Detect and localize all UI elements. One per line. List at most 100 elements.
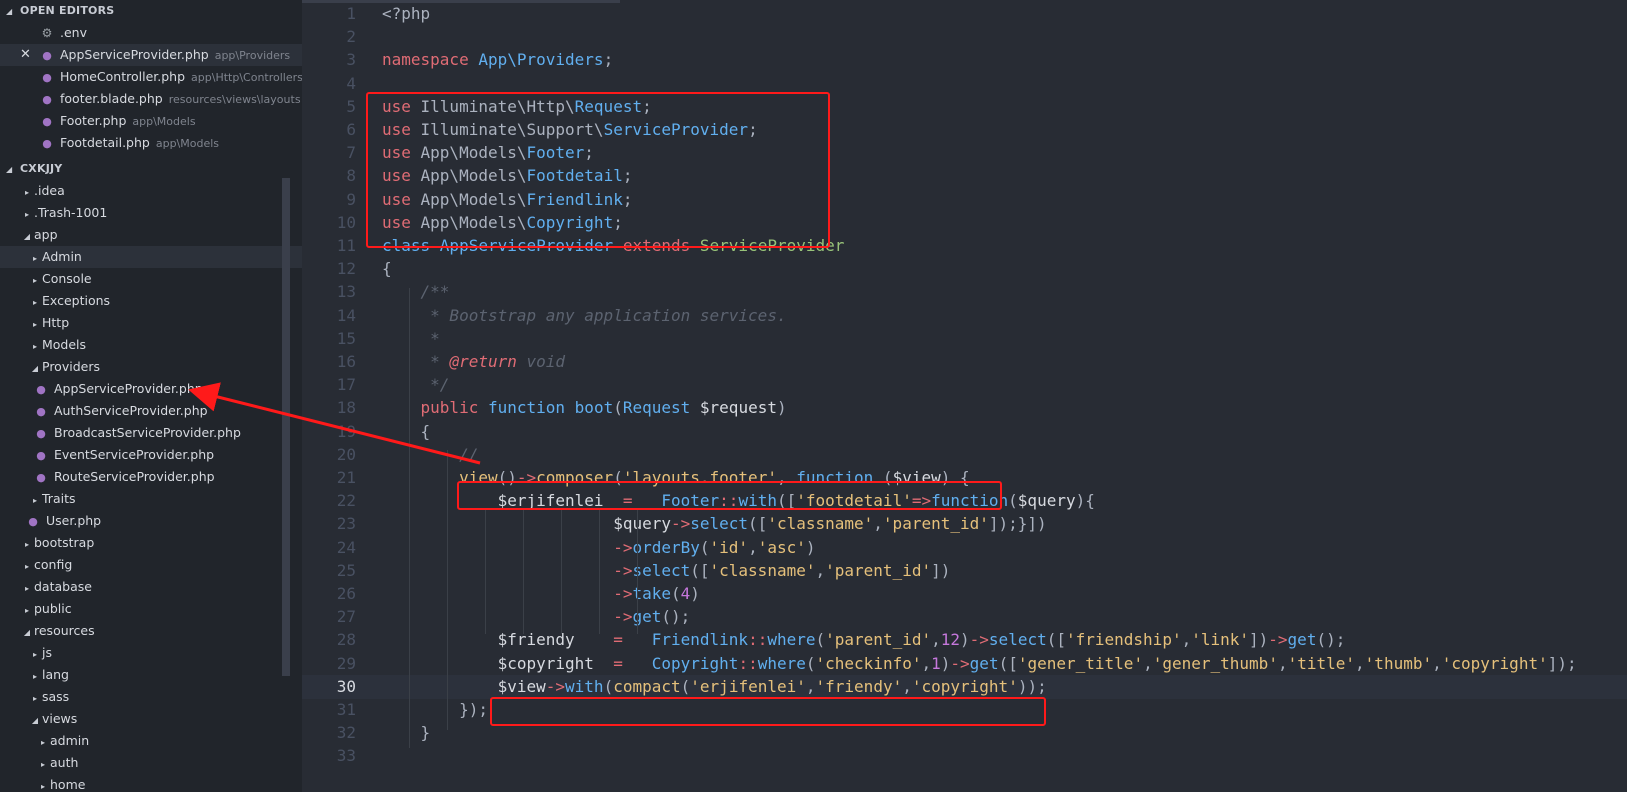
code-line[interactable]: 13 /**	[302, 280, 1627, 304]
code-token: $query	[1017, 491, 1076, 511]
code-line[interactable]: 15 *	[302, 327, 1627, 351]
code-token: ();	[1316, 630, 1346, 650]
code-token: 12	[940, 630, 961, 650]
code-line[interactable]: 33	[302, 744, 1627, 768]
chevron-down-icon: ◢	[31, 364, 39, 373]
code-token: function	[487, 398, 575, 418]
code-line[interactable]: 27 ->get();	[302, 605, 1627, 629]
sidebar-scrollbar[interactable]	[282, 178, 290, 676]
code-token: ->	[950, 653, 970, 673]
code-line[interactable]: 25 ->select(['classname','parent_id'])	[302, 559, 1627, 583]
tree-folder[interactable]: ▸ .Trash-1001	[0, 202, 302, 224]
gear-icon: ⚙	[41, 26, 53, 40]
code-line[interactable]: 24 ->orderBy('id','asc')	[302, 536, 1627, 560]
code-text: namespace App\Providers;	[382, 48, 613, 72]
tree-folder[interactable]: ◢ resources	[0, 620, 302, 642]
line-number: 5	[346, 96, 356, 116]
code-token: ->	[670, 514, 691, 534]
tree-folder[interactable]: ▸ .idea	[0, 180, 302, 202]
code-line[interactable]: 18 public function boot(Request $request…	[302, 396, 1627, 420]
line-number: 10	[336, 212, 356, 232]
code-line[interactable]: 12 {	[302, 257, 1627, 281]
code-token: void	[516, 352, 566, 371]
code-line[interactable]: 14 * Bootstrap any application services.	[302, 304, 1627, 328]
code-token: ,	[1355, 653, 1365, 673]
open-editor-label: .env	[60, 25, 87, 40]
code-line[interactable]: 29 $copyright = Copyright::where('checki…	[302, 652, 1627, 676]
chevron-right-icon: ▸	[24, 562, 29, 571]
tree-folder[interactable]: ▸ Admin	[0, 246, 302, 268]
close-icon[interactable]: ✕	[20, 44, 34, 66]
tree-folder[interactable]: ▸ database	[0, 576, 302, 598]
tree-folder[interactable]: ▸ config	[0, 554, 302, 576]
tree-folder[interactable]: ◢ views	[0, 708, 302, 730]
code-token: compact	[613, 676, 681, 696]
open-editor-item[interactable]: ● Footdetail.php app\Models	[0, 132, 302, 154]
code-text: */	[382, 373, 449, 397]
tree-folder[interactable]: ▸ public	[0, 598, 302, 620]
tree-item-label: config	[34, 557, 73, 572]
code-text: {	[382, 257, 392, 281]
code-editor[interactable]: 1 <?php 2 3 namespace App\Providers; 4 5 use Il…	[302, 0, 1627, 792]
tree-item-label: Exceptions	[42, 293, 111, 308]
php-icon: ●	[42, 115, 52, 128]
open-editor-item[interactable]: ● HomeController.php app\Http\Controllers	[0, 66, 302, 88]
chevron-right-icon: ▸	[32, 276, 37, 285]
code-line[interactable]: 20 //	[302, 443, 1627, 467]
tree-item-label: database	[34, 579, 92, 594]
code-line[interactable]: 19 {	[302, 420, 1627, 444]
tree-folder[interactable]: ▸ bootstrap	[0, 532, 302, 554]
code-token: 'thumb'	[1364, 653, 1433, 673]
tree-file[interactable]: ● EventServiceProvider.php	[0, 444, 302, 466]
tree-folder[interactable]: ▸ Models	[0, 334, 302, 356]
tree-folder[interactable]: ▸ home	[0, 774, 302, 792]
code-token: ]);	[1547, 653, 1577, 673]
code-token: $friendy	[497, 630, 614, 650]
tree-folder[interactable]: ▸ sass	[0, 686, 302, 708]
tree-folder[interactable]: ▸ auth	[0, 752, 302, 774]
tree-folder[interactable]: ▸ js	[0, 642, 302, 664]
tree-file[interactable]: ● User.php	[0, 510, 302, 532]
tree-file[interactable]: ● BroadcastServiceProvider.php	[0, 422, 302, 444]
tree-item-label: AuthServiceProvider.php	[54, 403, 208, 418]
tree-folder[interactable]: ◢ app	[0, 224, 302, 246]
tree-folder[interactable]: ▸ lang	[0, 664, 302, 686]
code-token: ,	[815, 560, 826, 580]
open-editors-header[interactable]: ◢ OPEN EDITORS	[0, 0, 302, 22]
code-line[interactable]: 16 * @return void	[302, 350, 1627, 374]
open-editor-item[interactable]: ● Footer.php app\Models	[0, 110, 302, 132]
chevron-right-icon: ▸	[32, 694, 37, 703]
tree-folder[interactable]: ▸ Exceptions	[0, 290, 302, 312]
code-line[interactable]: 30 $view->with(compact('erjifenlei','fri…	[302, 674, 1627, 699]
code-line[interactable]: 17 */	[302, 373, 1627, 397]
php-icon: ●	[42, 137, 52, 150]
tree-item-label: auth	[50, 755, 79, 770]
open-editor-item[interactable]: ● footer.blade.php resources\views\layouts	[0, 88, 302, 110]
code-line[interactable]: 26 ->take(4)	[302, 582, 1627, 606]
code-line[interactable]: 23 $query->select(['classname','parent_i…	[302, 512, 1627, 536]
code-line[interactable]: 1 <?php	[302, 2, 1627, 26]
code-line[interactable]: 3 namespace App\Providers;	[302, 48, 1627, 72]
code-line[interactable]: 2	[302, 25, 1627, 49]
code-token: ,	[931, 630, 941, 650]
code-line[interactable]: 28 $friendy = Friendlink::where('parent_…	[302, 628, 1627, 652]
tree-folder[interactable]: ▸ Http	[0, 312, 302, 334]
tree-folder[interactable]: ◢ Providers	[0, 356, 302, 378]
line-number: 31	[336, 700, 356, 719]
open-editor-item[interactable]: ⚙ .env	[0, 22, 302, 44]
tree-file[interactable]: ● RouteServiceProvider.php	[0, 466, 302, 488]
code-token: where	[767, 630, 816, 650]
open-editor-item[interactable]: ✕ ● AppServiceProvider.php app\Providers	[0, 44, 302, 66]
project-header[interactable]: ◢ CXKJJY	[0, 158, 302, 180]
tree-folder[interactable]: ▸ admin	[0, 730, 302, 752]
chevron-down-icon: ◢	[6, 7, 13, 16]
tree-file[interactable]: ● AuthServiceProvider.php	[0, 400, 302, 422]
tree-item-label: app	[34, 227, 58, 242]
tree-folder[interactable]: ▸ Traits	[0, 488, 302, 510]
tree-folder[interactable]: ▸ Console	[0, 268, 302, 290]
code-token: 1	[931, 653, 941, 673]
tree-file[interactable]: ● AppServiceProvider.php	[0, 378, 302, 400]
code-text: $query->select(['classname','parent_id']…	[382, 512, 1047, 536]
